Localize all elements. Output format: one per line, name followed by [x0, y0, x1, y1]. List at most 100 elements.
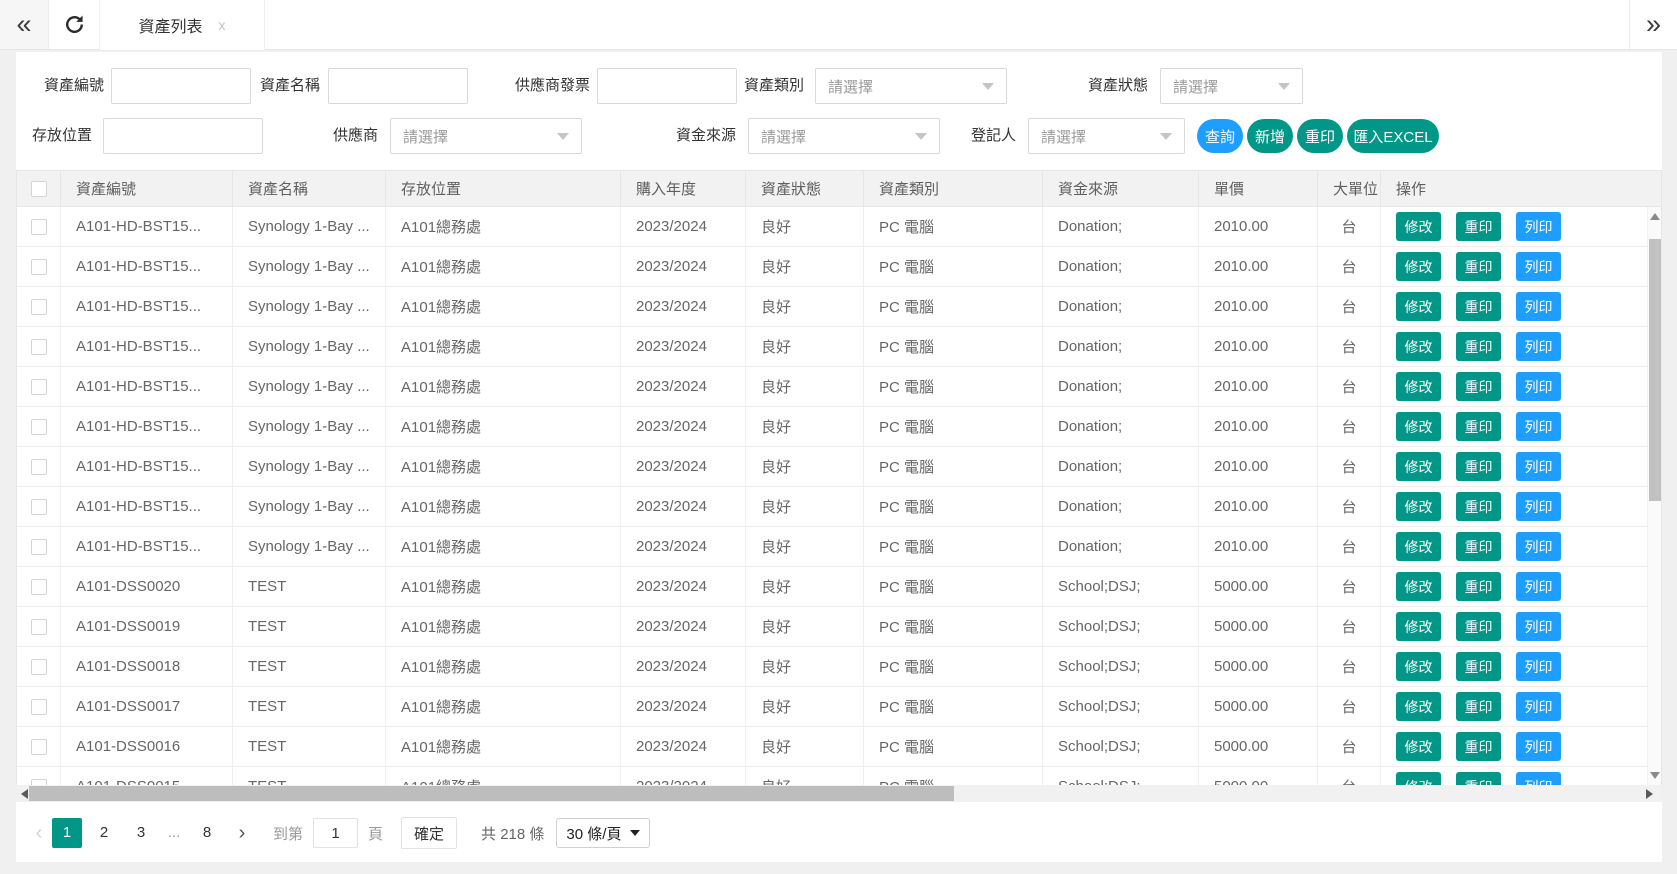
- edit-button[interactable]: 修改: [1396, 732, 1441, 761]
- page-button-2[interactable]: 2: [89, 818, 119, 848]
- reprint-row-button[interactable]: 重印: [1456, 612, 1501, 641]
- print-row-button[interactable]: 列印: [1516, 492, 1561, 521]
- reprint-row-button[interactable]: 重印: [1456, 732, 1501, 761]
- row-checkbox[interactable]: [31, 619, 47, 635]
- edit-button[interactable]: 修改: [1396, 772, 1441, 785]
- refresh-button[interactable]: [50, 0, 100, 49]
- reprint-row-button[interactable]: 重印: [1456, 692, 1501, 721]
- add-button[interactable]: 新增: [1247, 119, 1293, 153]
- edit-button[interactable]: 修改: [1396, 372, 1441, 401]
- page-size-select[interactable]: 30 條/頁: [556, 818, 650, 848]
- page-button-3[interactable]: 3: [126, 818, 156, 848]
- edit-button[interactable]: 修改: [1396, 292, 1441, 321]
- reprint-row-button[interactable]: 重印: [1456, 292, 1501, 321]
- scroll-right-arrow-icon[interactable]: [1646, 789, 1653, 799]
- reprint-row-button[interactable]: 重印: [1456, 412, 1501, 441]
- cell-funding-source: School;DSJ;: [1043, 767, 1199, 785]
- row-checkbox[interactable]: [31, 219, 47, 235]
- reprint-row-button[interactable]: 重印: [1456, 332, 1501, 361]
- reprint-row-button[interactable]: 重印: [1456, 532, 1501, 561]
- row-checkbox[interactable]: [31, 539, 47, 555]
- select-all-checkbox[interactable]: [31, 181, 47, 197]
- next-page-button[interactable]: ›: [229, 822, 255, 845]
- scroll-down-arrow-icon[interactable]: [1650, 772, 1660, 779]
- row-checkbox[interactable]: [31, 659, 47, 675]
- asset-category-select[interactable]: 請選擇: [815, 68, 1007, 104]
- edit-button[interactable]: 修改: [1396, 452, 1441, 481]
- row-checkbox[interactable]: [31, 579, 47, 595]
- confirm-page-button[interactable]: 確定: [401, 817, 457, 849]
- edit-button[interactable]: 修改: [1396, 412, 1441, 441]
- reprint-row-button[interactable]: 重印: [1456, 252, 1501, 281]
- horizontal-scrollbar-thumb[interactable]: [29, 786, 954, 801]
- print-row-button[interactable]: 列印: [1516, 772, 1561, 785]
- print-row-button[interactable]: 列印: [1516, 212, 1561, 241]
- reprint-row-button[interactable]: 重印: [1456, 652, 1501, 681]
- asset-name-input[interactable]: [328, 68, 468, 104]
- print-row-button[interactable]: 列印: [1516, 292, 1561, 321]
- edit-button[interactable]: 修改: [1396, 652, 1441, 681]
- asset-status-select[interactable]: 請選擇: [1160, 68, 1303, 104]
- goto-page-input[interactable]: [313, 818, 358, 848]
- row-checkbox[interactable]: [31, 379, 47, 395]
- print-row-button[interactable]: 列印: [1516, 732, 1561, 761]
- reprint-row-button[interactable]: 重印: [1456, 572, 1501, 601]
- row-checkbox[interactable]: [31, 339, 47, 355]
- print-row-button[interactable]: 列印: [1516, 572, 1561, 601]
- funding-source-select[interactable]: 請選擇: [748, 118, 940, 154]
- reprint-row-button[interactable]: 重印: [1456, 492, 1501, 521]
- import-excel-button[interactable]: 匯入EXCEL: [1347, 119, 1439, 153]
- print-row-button[interactable]: 列印: [1516, 612, 1561, 641]
- page-button-8[interactable]: 8: [192, 818, 222, 848]
- reprint-button[interactable]: 重印: [1297, 119, 1343, 153]
- edit-button[interactable]: 修改: [1396, 332, 1441, 361]
- edit-button[interactable]: 修改: [1396, 492, 1441, 521]
- row-checkbox[interactable]: [31, 739, 47, 755]
- page-button-1[interactable]: 1: [52, 818, 82, 848]
- registrant-select[interactable]: 請選擇: [1028, 118, 1185, 154]
- print-row-button[interactable]: 列印: [1516, 252, 1561, 281]
- print-row-button[interactable]: 列印: [1516, 452, 1561, 481]
- tab-close-icon[interactable]: x: [219, 17, 226, 33]
- print-row-button[interactable]: 列印: [1516, 332, 1561, 361]
- row-checkbox[interactable]: [31, 699, 47, 715]
- supplier-select[interactable]: 請選擇: [390, 118, 582, 154]
- row-checkbox[interactable]: [31, 499, 47, 515]
- storage-location-input[interactable]: [103, 118, 263, 154]
- edit-button[interactable]: 修改: [1396, 692, 1441, 721]
- row-checkbox[interactable]: [31, 419, 47, 435]
- edit-button[interactable]: 修改: [1396, 212, 1441, 241]
- edit-button[interactable]: 修改: [1396, 612, 1441, 641]
- search-button[interactable]: 查詢: [1197, 119, 1243, 153]
- prev-page-button[interactable]: ‹: [26, 822, 52, 845]
- row-checkbox[interactable]: [31, 459, 47, 475]
- reprint-row-button[interactable]: 重印: [1456, 452, 1501, 481]
- print-row-button[interactable]: 列印: [1516, 652, 1561, 681]
- row-checkbox[interactable]: [31, 259, 47, 275]
- edit-button[interactable]: 修改: [1396, 252, 1441, 281]
- row-checkbox[interactable]: [31, 299, 47, 315]
- tab-asset-list[interactable]: 資產列表 x: [100, 0, 265, 50]
- cell-unit: 台: [1318, 247, 1381, 286]
- cell-category: PC 電腦: [864, 327, 1043, 366]
- edit-button[interactable]: 修改: [1396, 572, 1441, 601]
- reprint-row-button[interactable]: 重印: [1456, 372, 1501, 401]
- edit-button[interactable]: 修改: [1396, 532, 1441, 561]
- print-row-button[interactable]: 列印: [1516, 532, 1561, 561]
- scroll-left-arrow-icon[interactable]: [21, 789, 28, 799]
- reprint-row-button[interactable]: 重印: [1456, 772, 1501, 785]
- scroll-up-arrow-icon[interactable]: [1650, 213, 1660, 220]
- vertical-scrollbar[interactable]: [1647, 207, 1661, 785]
- print-row-button[interactable]: 列印: [1516, 412, 1561, 441]
- horizontal-scrollbar[interactable]: [16, 785, 1662, 802]
- expand-panel-button[interactable]: »: [1629, 0, 1677, 49]
- reprint-row-button[interactable]: 重印: [1456, 212, 1501, 241]
- print-row-button[interactable]: 列印: [1516, 692, 1561, 721]
- print-row-button[interactable]: 列印: [1516, 372, 1561, 401]
- col-header-unit-price: 單價: [1199, 171, 1318, 206]
- row-checkbox-cell: [17, 767, 61, 785]
- collapse-sidebar-button[interactable]: «: [0, 0, 49, 49]
- asset-id-input[interactable]: [111, 68, 251, 104]
- cell-unit-price: 2010.00: [1199, 527, 1318, 566]
- vertical-scrollbar-thumb[interactable]: [1649, 239, 1661, 501]
